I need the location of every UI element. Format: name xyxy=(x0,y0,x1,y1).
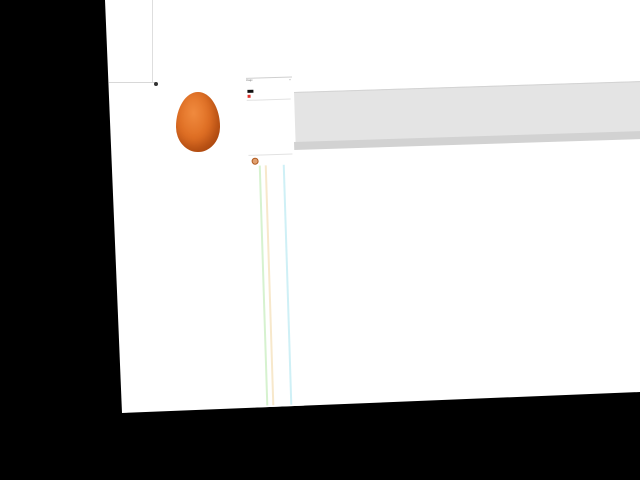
tweet-text-1 xyxy=(255,86,285,87)
screen: Image × xyxy=(0,0,640,480)
close-icon[interactable]: × xyxy=(289,78,291,82)
panel-top-border xyxy=(245,76,293,79)
column-stripe-cyan xyxy=(282,164,293,405)
resize-handle[interactable] xyxy=(154,82,158,86)
white-page: Image × xyxy=(105,0,640,413)
panel-divider xyxy=(246,98,291,101)
red-mark-icon xyxy=(247,94,251,98)
tweet-text-5 xyxy=(249,135,287,136)
panel-title: Image xyxy=(246,79,253,82)
guide-line-horizontal xyxy=(108,82,156,83)
avatar[interactable] xyxy=(251,157,259,165)
logo-badge xyxy=(247,89,254,93)
guide-line-vertical xyxy=(152,0,153,83)
egg-image[interactable] xyxy=(176,92,220,152)
tweet-text-2 xyxy=(253,94,286,95)
tweet-text-4 xyxy=(248,117,286,118)
page: Image × xyxy=(0,0,640,480)
panel-divider xyxy=(248,153,293,156)
